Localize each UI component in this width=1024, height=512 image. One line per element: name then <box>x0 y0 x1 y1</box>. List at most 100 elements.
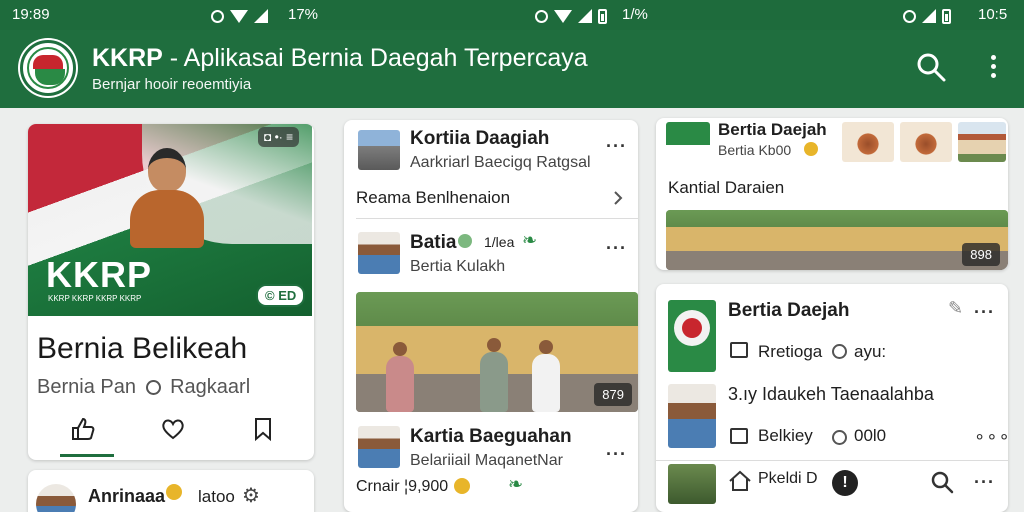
alarm-icon <box>903 9 916 23</box>
heart-icon[interactable] <box>160 416 186 442</box>
photo-count-badge: 898 <box>962 243 1000 266</box>
regional-logo <box>666 122 710 160</box>
search-icon[interactable] <box>916 52 946 82</box>
news-tag-2: 1/lea <box>484 234 515 250</box>
photo-person <box>532 340 560 412</box>
regional-news-card[interactable]: Bertia Daejah Bertia Kb00 Kantial Daraie… <box>656 118 1008 270</box>
person-thumb[interactable] <box>668 384 716 448</box>
news-list-card: Kortiia Daagiah Aarkriarl Baecigq Ratgsa… <box>344 120 638 512</box>
status-icons-mid <box>532 7 610 24</box>
calendar-icon <box>730 342 748 358</box>
photo-person <box>386 342 414 412</box>
featured-meta-source: Bernia Pan <box>37 376 136 398</box>
featured-meta-category: Ragkaarl <box>170 376 251 398</box>
coin-icon <box>804 142 818 156</box>
share-icon[interactable]: ✎ <box>948 298 963 319</box>
logo-red-shape <box>33 55 63 69</box>
more-horiz-icon[interactable]: ··· <box>974 302 995 323</box>
food-thumb[interactable] <box>900 122 952 162</box>
news-sub-1: Aarkriarl Baecigq Ratgsal <box>410 154 591 171</box>
regional-sub: Bertia Kb00 <box>718 142 792 158</box>
wifi-icon <box>554 9 572 23</box>
battery-icon <box>598 8 607 24</box>
regional-row-3[interactable]: Belkiey <box>758 426 813 446</box>
regional-row-4[interactable]: Pkeldi D <box>758 470 818 488</box>
leaf-icon: ❧ <box>508 474 524 494</box>
hero-brand-sub: KKRP KKRP KKRP KKRP <box>48 294 142 303</box>
verified-icon <box>458 234 472 248</box>
status-time-left: 19:89 <box>12 6 50 23</box>
news-thumb-2 <box>358 232 400 274</box>
status-icons-left <box>208 7 271 24</box>
battery-icon <box>942 8 951 24</box>
news-title-1[interactable]: Kortiia Daagiah <box>410 128 549 150</box>
featured-image: KKRP KKRP KKRP KKRP KKRP ◘ •· ≡ © ED <box>28 124 312 316</box>
regional-photo[interactable]: 898 <box>666 210 1008 270</box>
app-title: KKRP - Aplikasai Bernia Daegah Terpercay… <box>92 44 588 73</box>
regional-row-1[interactable]: Rretioga <box>758 342 822 362</box>
more-horiz-icon[interactable]: ··· <box>606 136 627 157</box>
clock-icon <box>832 344 847 359</box>
hero-ed-badge: © ED <box>256 284 306 307</box>
regional-row-2[interactable]: 3.ıy Idaukeh Taenaalahba <box>728 384 934 405</box>
more-horiz-icon[interactable]: ··· <box>974 472 995 493</box>
photo-person <box>480 338 508 412</box>
food-thumb[interactable] <box>842 122 894 162</box>
clock-icon <box>145 380 161 395</box>
more-vert-icon[interactable] <box>986 52 1000 84</box>
author-card[interactable]: Anrinaaa latoo ⚙ <box>28 470 314 512</box>
regional-row-3-tag: 00l0 <box>854 426 887 445</box>
news-sub-3: Belariiail MaqanetNar <box>410 452 563 469</box>
status-icons-right <box>900 7 954 24</box>
calendar-icon <box>730 428 748 444</box>
app-bar: KKRP - Aplikasai Bernia Daegah Terpercay… <box>0 30 1024 108</box>
divider <box>356 218 638 219</box>
clock-icon <box>832 430 847 445</box>
thumbs-up-icon[interactable] <box>70 416 96 442</box>
regional-list-card: Bertia Daejah ✎ ··· Rretioga ayu: 3.ıy I… <box>656 284 1008 512</box>
news-title-3[interactable]: Kartia Baeguahan <box>410 426 572 448</box>
more-horiz-icon[interactable]: ∘∘∘ <box>974 426 1008 447</box>
info-icon[interactable]: ! <box>832 470 858 496</box>
news-photo[interactable]: 879 <box>356 292 638 412</box>
news-thumb-1 <box>358 130 400 170</box>
divider <box>656 460 1008 461</box>
campaign-poster[interactable] <box>668 300 716 372</box>
signal-icon <box>922 9 936 24</box>
coin-icon <box>454 478 470 494</box>
signal-icon <box>578 9 592 24</box>
status-battery-text-2: 1/% <box>622 6 648 23</box>
app-title-text: - Aplikasai Bernia Daegah Terpercaya <box>162 44 588 72</box>
featured-news-card[interactable]: KKRP KKRP KKRP KKRP KKRP ◘ •· ≡ © ED Ber… <box>28 124 314 460</box>
gear-icon[interactable]: ⚙ <box>242 483 260 508</box>
regional-list-title[interactable]: Bertia Daejah <box>728 300 849 322</box>
house-thumb[interactable] <box>958 122 1006 162</box>
person-figure <box>126 144 206 254</box>
chevron-right-icon[interactable] <box>612 190 624 206</box>
author-avatar <box>36 484 76 512</box>
featured-actions <box>28 406 312 454</box>
news-title-2[interactable]: Batia <box>410 232 456 254</box>
regional-title[interactable]: Bertia Daejah <box>718 120 827 140</box>
regional-caption: Kantial Daraien <box>668 178 785 197</box>
signal-icon <box>254 9 268 24</box>
bookmark-icon[interactable] <box>250 416 276 442</box>
forest-thumb[interactable] <box>668 464 716 504</box>
alarm-icon <box>211 9 224 23</box>
search-icon[interactable] <box>930 470 954 494</box>
status-time-right: 10:5 <box>978 6 1008 23</box>
featured-meta: Bernia Pan Ragkaarl <box>37 376 250 399</box>
news-sub-2: Bertia Kulakh <box>410 258 506 275</box>
related-news-link[interactable]: Reama Benlhenaion <box>356 188 510 208</box>
news-thumb-3 <box>358 426 400 468</box>
author-suffix: latoo <box>198 487 235 506</box>
app-logo[interactable] <box>20 40 76 96</box>
coin-icon <box>166 484 182 500</box>
alarm-icon <box>535 9 548 23</box>
home-icon[interactable] <box>728 470 752 492</box>
more-horiz-icon[interactable]: ··· <box>606 238 627 259</box>
author-name: Anrinaaa <box>88 486 166 506</box>
more-horiz-icon[interactable]: ··· <box>606 444 627 465</box>
status-battery-text: 17% <box>288 6 319 23</box>
featured-headline[interactable]: Bernia Belikeah <box>37 332 247 366</box>
